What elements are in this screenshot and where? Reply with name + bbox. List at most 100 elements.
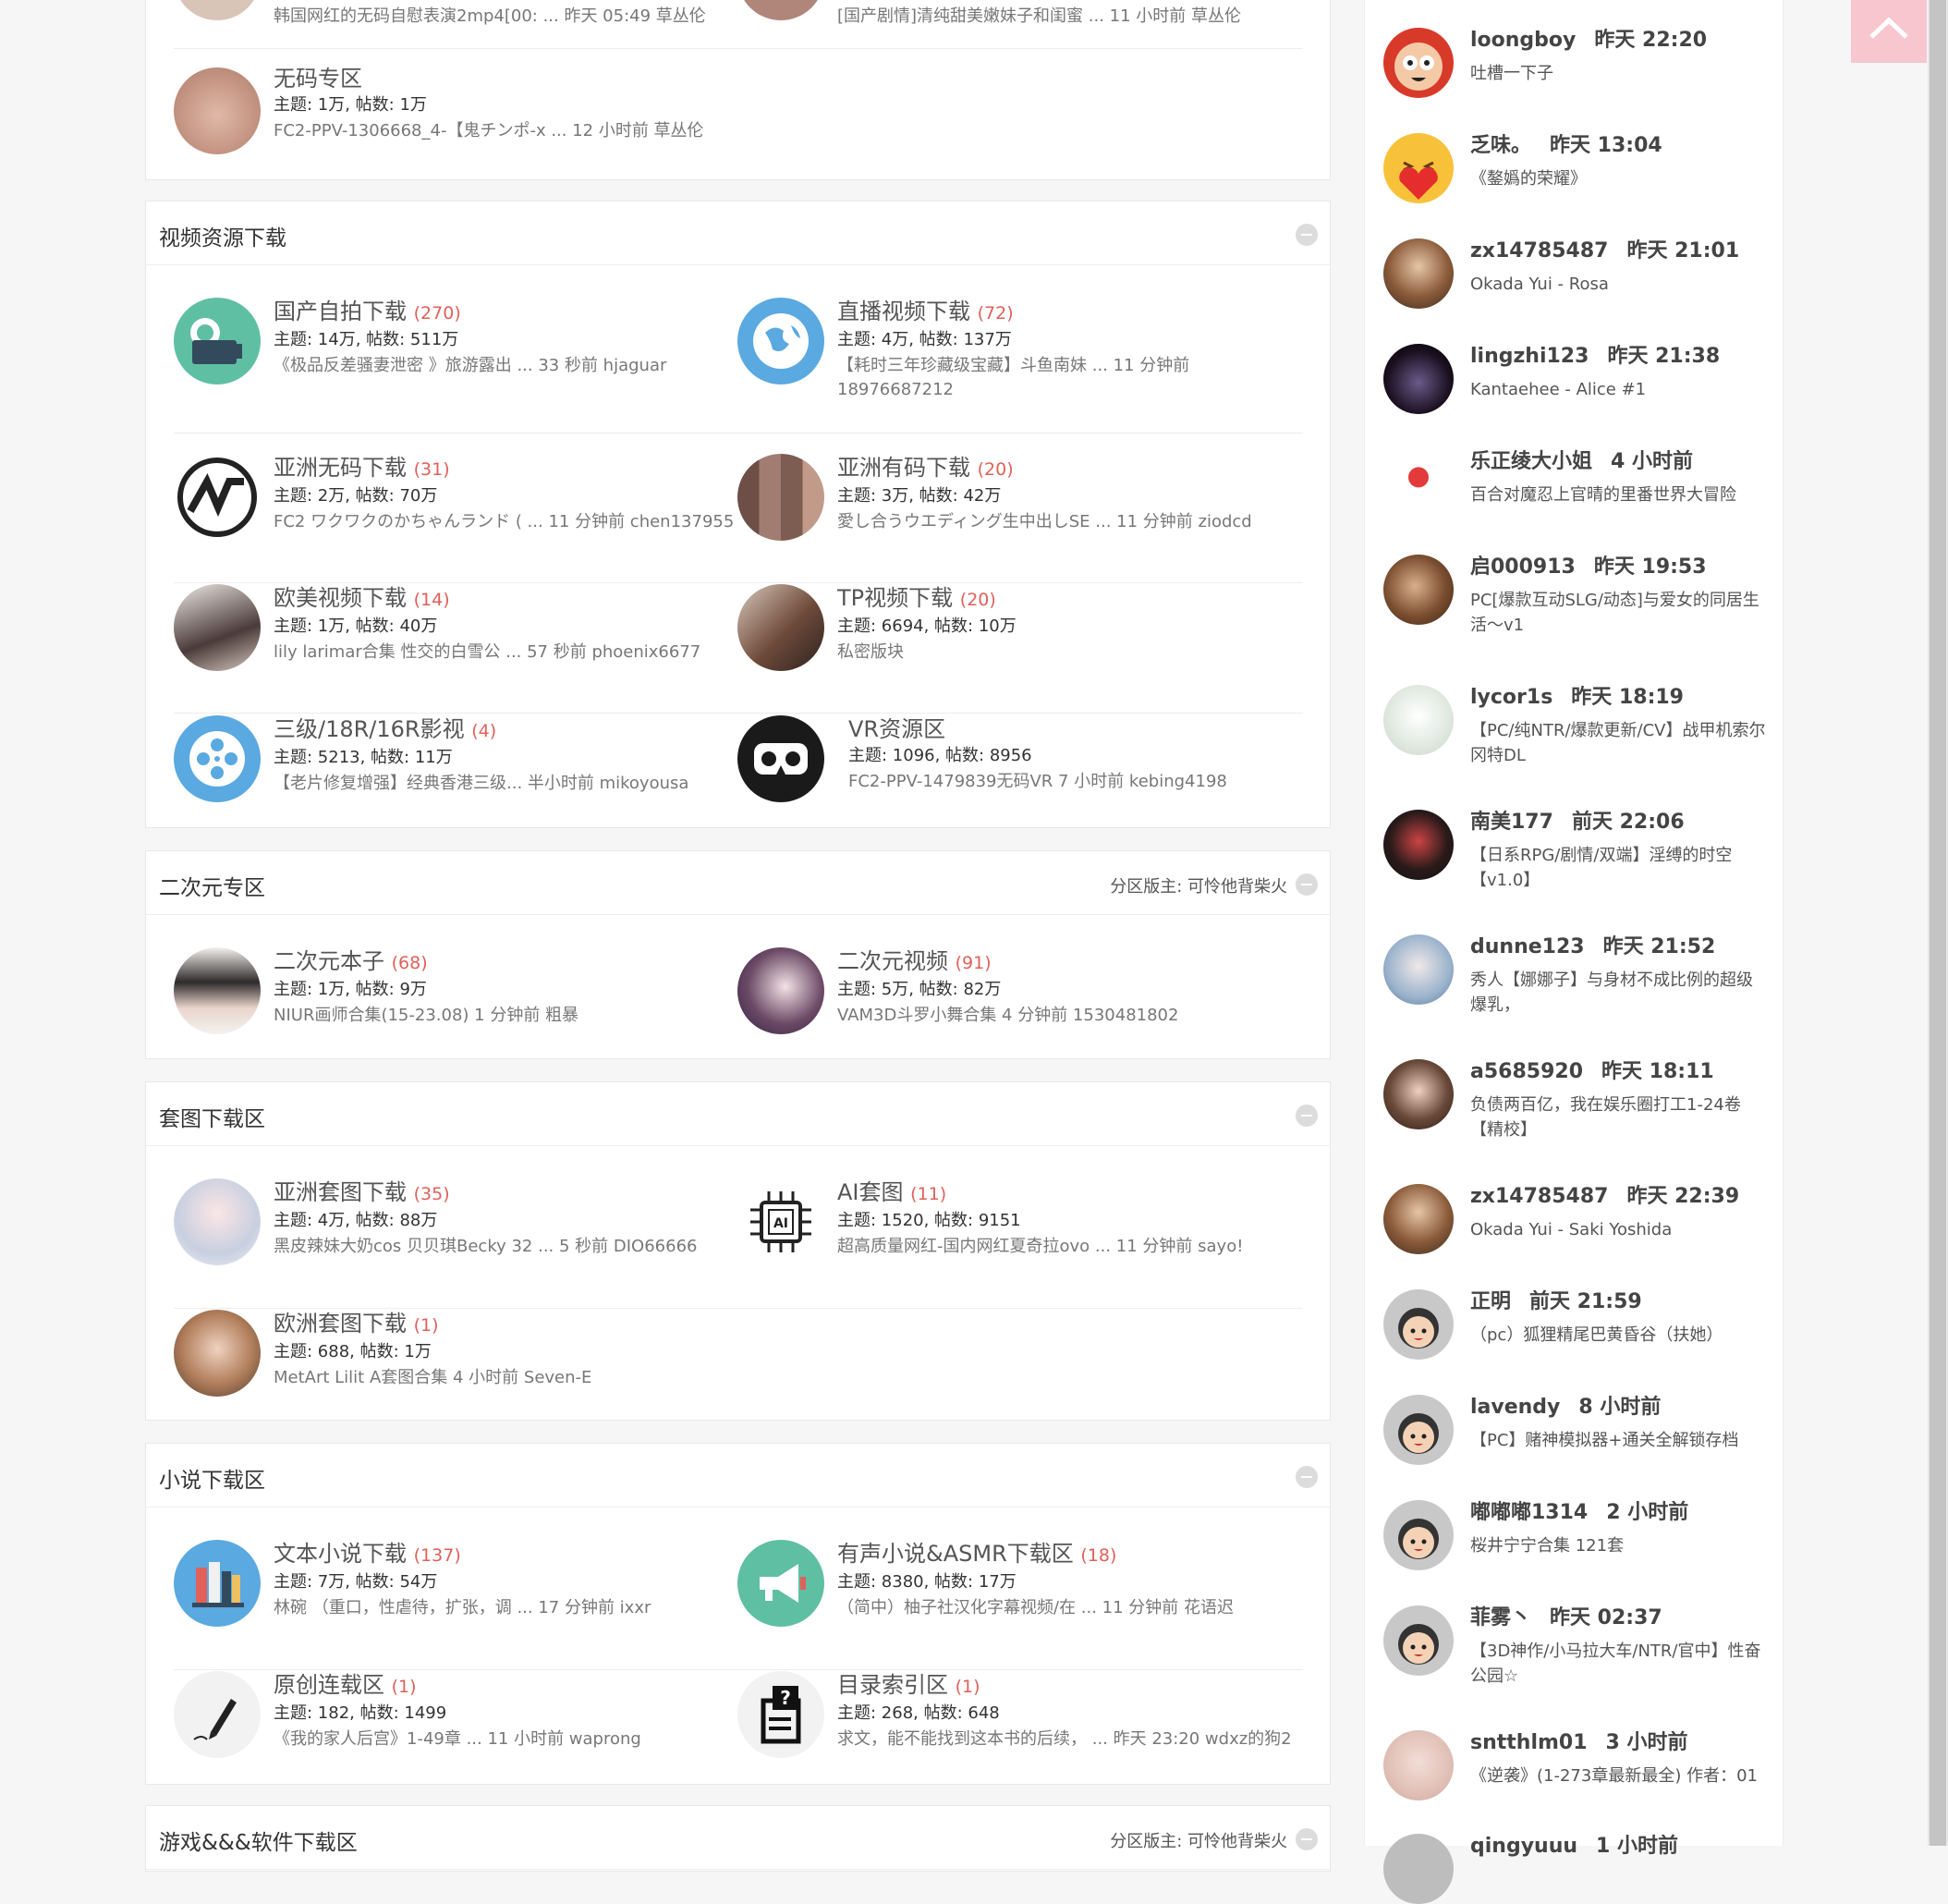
forum-last-post[interactable]: NIUR画师合集(15-23.08) 1 分钟前 粗暴	[274, 1004, 736, 1028]
forum-last-post[interactable]: FC2 ワクワクのかちゃんランド ( ... 11 分钟前 chen137955	[274, 510, 736, 534]
forum-name[interactable]: 三级/18R/16R影视	[274, 716, 465, 742]
forum-last-post[interactable]: 韩国网红的无码自慰表演2mp4[00: ... 昨天 05:49 草丛伦	[274, 5, 736, 29]
post-title[interactable]: Okada Yui - Saki Yoshida	[1470, 1217, 1768, 1242]
collapse-icon[interactable]	[1296, 873, 1318, 896]
emoji-heart-icon[interactable]	[1383, 133, 1454, 203]
forum-name[interactable]: 文本小说下载	[274, 1541, 407, 1567]
post-author[interactable]: lingzhi123	[1470, 345, 1589, 368]
drop-icon[interactable]	[1383, 344, 1454, 414]
post-title[interactable]: Okada Yui - Rosa	[1470, 272, 1768, 297]
forum-last-post[interactable]: 求文，能不能找到这本书的后续， ... 昨天 23:20 wdxz的狗2	[837, 1727, 1299, 1751]
post-author[interactable]: 嘟嘟嘟1314	[1470, 1501, 1588, 1524]
forum-name[interactable]: 目录索引区	[837, 1672, 948, 1698]
forum-name[interactable]: 欧洲套图下载	[274, 1311, 407, 1336]
post-title[interactable]: 桜井宁宁合集 121套	[1470, 1533, 1768, 1558]
forum-name[interactable]: 二次元视频	[837, 948, 948, 974]
collapse-icon[interactable]	[1296, 1105, 1318, 1127]
post-author[interactable]: sntthlm01	[1470, 1731, 1588, 1754]
photo-icon[interactable]	[1383, 1059, 1454, 1129]
post-author[interactable]: lycor1s	[1470, 686, 1552, 709]
post-author[interactable]: 乐正绫大小姐	[1470, 450, 1592, 473]
forum-last-post[interactable]: 黑皮辣妹大奶cos 贝贝琪Becky 32 ... 5 秒前 DIO66666	[274, 1235, 736, 1259]
forum-name[interactable]: VR资源区	[848, 716, 945, 742]
forum-last-post[interactable]: MetArt Lilit A套图合集 4 小时前 Seven-E	[274, 1366, 736, 1390]
forum-last-post[interactable]: 《极品反差骚妻泄密 》旅游露出 ... 33 秒前 hjaguar	[274, 354, 736, 378]
forum-last-post[interactable]: VAM3D斗罗小舞合集 4 分钟前 1530481802	[837, 1004, 1299, 1028]
cartoon-face-icon[interactable]	[1383, 28, 1454, 98]
anime-icon[interactable]	[1383, 449, 1454, 519]
forum-name[interactable]: 亚洲无码下载	[274, 455, 407, 481]
post-title[interactable]: Kantaehee - Alice #1	[1470, 377, 1768, 402]
forum-name[interactable]: 原创连载区	[274, 1672, 384, 1698]
post-author[interactable]: zx14785487	[1470, 1185, 1608, 1208]
category-title[interactable]: 套图下载区	[159, 1101, 265, 1132]
forum-last-post[interactable]: FC2-PPV-1479839无码VR 7 小时前 kebing4198	[848, 770, 1310, 794]
post-author[interactable]: 启000913	[1470, 555, 1576, 579]
forum-last-post[interactable]: 超高质量网红-国内网红夏奇拉ovo ... 11 分钟前 sayo!	[837, 1235, 1299, 1259]
forum-name[interactable]: TP视频下载	[837, 585, 953, 611]
forum-last-post[interactable]: （简中）柚子社汉化字幕视频/在 ... 11 分钟前 花语迟	[837, 1596, 1299, 1620]
forum-name[interactable]: 无码专区	[274, 66, 362, 92]
forum-last-post[interactable]: 【耗时三年珍藏级宝藏】斗鱼南妹 ... 11 分钟前 18976687212	[837, 354, 1207, 402]
photo-icon[interactable]	[1383, 934, 1454, 1005]
post-title[interactable]: 【PC/纯NTR/爆款更新/CV】战甲机索尔冈特DL	[1470, 718, 1768, 768]
forum-name[interactable]: 欧美视频下载	[274, 585, 407, 611]
post-author[interactable]: dunne123	[1470, 935, 1585, 958]
category-title[interactable]: 视频资源下载	[159, 220, 286, 251]
forum-last-post[interactable]: [国产剧情]清纯甜美嫩妹子和闺蜜 ... 11 小时前 草丛伦	[837, 5, 1299, 29]
forum-last-post[interactable]: 私密版块	[837, 641, 1299, 665]
photo-icon[interactable]	[1383, 1184, 1454, 1254]
forum-last-post[interactable]: 林碗 （重口，性虐待，扩张，调 ... 17 分钟前 ixxr	[274, 1596, 736, 1620]
forum-name[interactable]: 有声小说&ASMR下载区	[837, 1541, 1074, 1567]
scrollbar-thumb[interactable]	[1930, 0, 1946, 1846]
post-title[interactable]: 【3D神作/小马拉大车/NTR/官中】性奋公园☆	[1470, 1639, 1768, 1689]
post-author[interactable]: lavendy	[1470, 1396, 1560, 1419]
post-author[interactable]: a5685920	[1470, 1060, 1583, 1083]
photo-icon[interactable]	[1383, 1834, 1454, 1904]
post-author[interactable]: loongboy	[1470, 29, 1576, 52]
post-author[interactable]: qingyuuu	[1470, 1835, 1577, 1858]
forum-last-post[interactable]: 愛し合うウエディング生中出しSE ... 11 分钟前 ziodcd	[837, 510, 1299, 534]
default-avatar-icon[interactable]	[1383, 1395, 1454, 1465]
post-title[interactable]: 秀人【娜娜子】与身材不成比例的超级爆乳，	[1470, 968, 1768, 1018]
post-title[interactable]: 百合对魔忍上官晴的里番世界大冒险	[1470, 482, 1768, 507]
post-title[interactable]: （pc）狐狸精尾巴黄昏谷（扶她）	[1470, 1323, 1768, 1348]
post-author[interactable]: 正明	[1470, 1290, 1511, 1313]
forum-last-post[interactable]: 【老片修复增强】经典香港三级... 半小时前 mikoyousa	[274, 772, 736, 796]
photo-icon[interactable]	[1383, 810, 1454, 880]
back-to-top-button[interactable]	[1851, 0, 1927, 63]
post-author[interactable]: 乏味。	[1470, 134, 1531, 157]
collapse-icon[interactable]	[1296, 1466, 1318, 1488]
forum-name[interactable]: 亚洲套图下载	[274, 1179, 407, 1205]
forum-name[interactable]: 亚洲有码下载	[837, 455, 970, 481]
post-title[interactable]: 【日系RPG/剧情/双端】淫缚的时空【v1.0】	[1470, 843, 1768, 893]
post-author[interactable]: 南美177	[1470, 811, 1553, 834]
default-avatar-icon[interactable]	[1383, 1605, 1454, 1676]
forum-last-post[interactable]: FC2-PPV-1306668_4-【鬼チンポ-x ... 12 小时前 草丛伦	[274, 119, 736, 143]
post-author[interactable]: 菲雾丶	[1470, 1606, 1531, 1629]
photo-icon[interactable]	[1383, 1730, 1454, 1800]
post-title[interactable]: 《逆袭》(1-273章最新最全) 作者：01	[1470, 1764, 1768, 1788]
default-avatar-icon[interactable]	[1383, 1289, 1454, 1360]
post-title[interactable]: 吐槽一下子	[1470, 61, 1768, 86]
forum-name[interactable]: 二次元本子	[274, 948, 384, 974]
post-author[interactable]: zx14785487	[1470, 239, 1608, 262]
post-title[interactable]: 负债两百亿，我在娱乐圈打工1-24卷【精校】	[1470, 1092, 1768, 1142]
category-title[interactable]: 小说下载区	[159, 1462, 265, 1494]
post-title[interactable]: 《鏊嬀的荣耀》	[1470, 166, 1768, 191]
forum-last-post[interactable]: 《我的家人后宫》1-49章 ... 11 小时前 waprong	[274, 1727, 736, 1751]
forum-name[interactable]: 国产自拍下载	[274, 299, 407, 324]
photo-icon[interactable]	[1383, 555, 1454, 625]
forum-last-post[interactable]: lily larimar合集 性交的白雪公 ... 57 秒前 phoenix6…	[274, 641, 736, 665]
collapse-icon[interactable]	[1296, 1828, 1318, 1850]
category-moderator[interactable]: 分区版主: 可怜他背柴火	[1110, 1828, 1287, 1852]
category-moderator[interactable]: 分区版主: 可怜他背柴火	[1110, 873, 1287, 897]
photo-icon[interactable]	[1383, 238, 1454, 309]
anime-icon[interactable]	[1383, 685, 1454, 755]
post-title[interactable]: PC[爆款互动SLG/动态]与爱女的同居生活～v1	[1470, 588, 1768, 638]
post-title[interactable]: 【PC】赌神模拟器+通关全解锁存档	[1470, 1428, 1768, 1453]
collapse-icon[interactable]	[1296, 224, 1318, 246]
forum-name[interactable]: 直播视频下载	[837, 299, 970, 324]
forum-name[interactable]: AI套图	[837, 1179, 904, 1205]
category-title[interactable]: 二次元专区	[159, 870, 265, 901]
